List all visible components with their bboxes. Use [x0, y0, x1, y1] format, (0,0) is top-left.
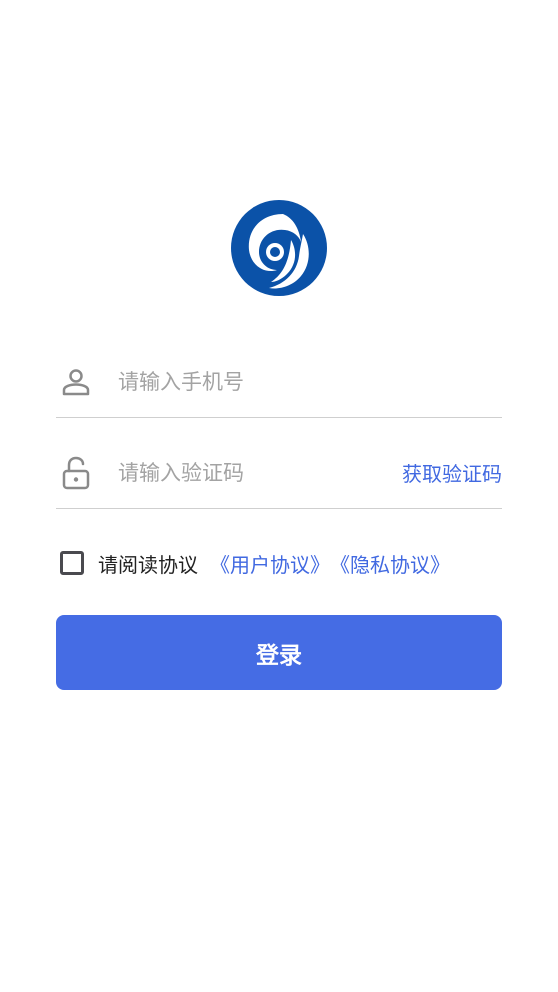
swirl-logo-icon [231, 200, 327, 296]
phone-input[interactable] [118, 361, 502, 402]
get-verification-code-button[interactable]: 获取验证码 [402, 458, 502, 487]
agreement-checkbox[interactable] [60, 551, 84, 575]
agreement-row: 请阅读协议 《用户协议》 《隐私协议》 [60, 546, 450, 580]
code-field-row: 获取验证码 [56, 437, 502, 509]
app-logo [231, 200, 327, 296]
verification-code-input[interactable] [118, 452, 402, 493]
agreement-text: 请阅读协议 [98, 552, 198, 577]
unlock-icon [58, 455, 94, 491]
user-agreement-link[interactable]: 《用户协议》 [210, 549, 330, 578]
phone-field-row [56, 346, 502, 418]
privacy-policy-link[interactable]: 《隐私协议》 [330, 549, 450, 578]
user-icon [58, 364, 94, 400]
login-button[interactable]: 登录 [56, 615, 502, 690]
